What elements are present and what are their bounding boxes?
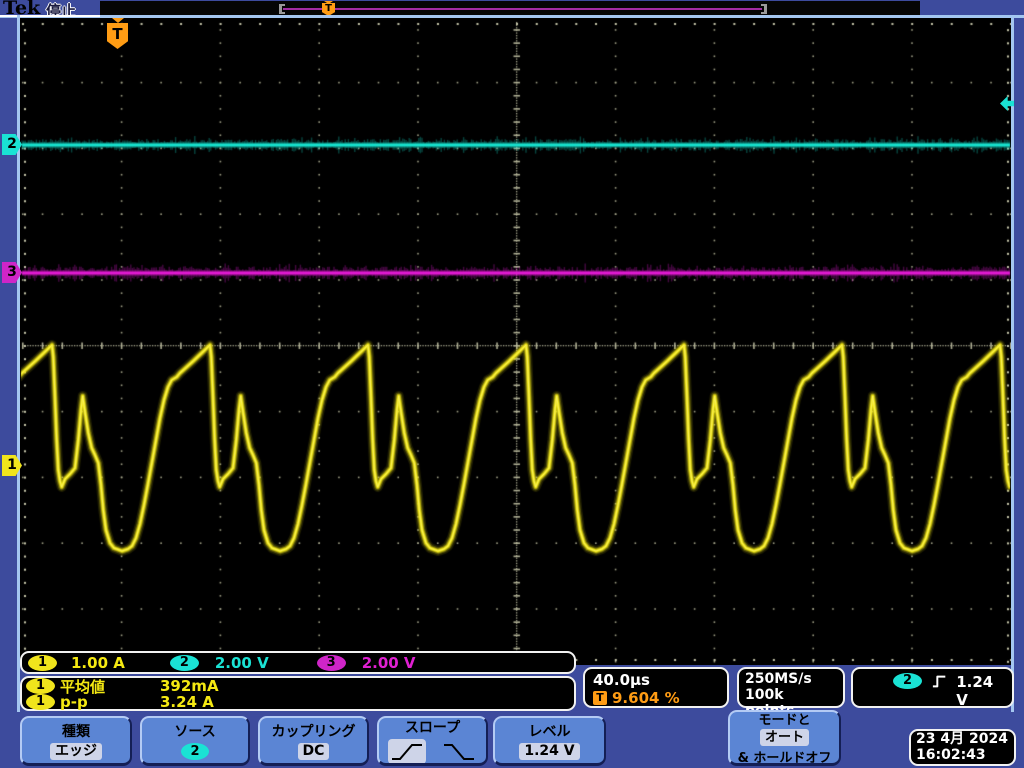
ch3-scale: 2.00 V <box>361 653 416 672</box>
trigger-source-value-badge: 2 <box>181 743 209 760</box>
record-window-line <box>283 8 762 10</box>
trigger-readout: 2 1.24 V <box>851 667 1014 709</box>
timebase-readout: 40.0µs T 9.604 % <box>583 667 729 708</box>
measurement-row: 1 平均値 392mA <box>26 677 570 696</box>
trigger-source-badge: 2 <box>893 673 922 689</box>
trigger-t-icon: T <box>593 691 607 705</box>
trigger-source-label: ソース <box>174 724 216 740</box>
rising-slope-icon <box>932 675 946 688</box>
date-value: 23 4月 2024 <box>916 731 1008 747</box>
waveform-canvas <box>20 18 1011 665</box>
waveform-display <box>20 18 1011 665</box>
trigger-type-label: 種類 <box>62 724 90 740</box>
ch1-scale: 1.00 A <box>71 653 125 672</box>
trigger-mode-button[interactable]: モードと オート & ホールドオフ <box>728 710 841 766</box>
ch2-scale: 2.00 V <box>214 653 269 672</box>
rising-slope-option[interactable] <box>387 739 426 763</box>
trigger-type-value: エッジ <box>50 743 102 760</box>
trigger-coupling-label: カップリング <box>271 724 356 740</box>
measurement-row: 1 p-p 3.24 A <box>26 693 570 711</box>
trigger-level-button[interactable]: レベル 1.24 V <box>493 716 606 766</box>
display-frame-underline <box>0 15 100 17</box>
timebase-scale: 40.0µs <box>593 671 650 689</box>
display-frame-right <box>1011 15 1014 712</box>
trigger-mode-value: オート <box>759 729 809 746</box>
falling-slope-option[interactable] <box>440 739 478 763</box>
trigger-level-label: レベル <box>528 724 571 740</box>
trigger-level-value: 1.24 V <box>519 743 580 760</box>
rising-slope-icon <box>391 743 422 760</box>
measurements-readout: 1 平均値 392mA 1 p-p 3.24 A <box>20 676 576 711</box>
trigger-coupling-button[interactable]: カップリング DC <box>258 716 369 766</box>
trigger-slope-button[interactable]: スロープ <box>377 716 488 766</box>
trigger-holdoff-label: & ホールドオフ <box>737 751 832 766</box>
ch1-badge: 1 <box>26 694 55 710</box>
record-right-bracket <box>761 4 767 14</box>
trigger-position-percent: 9.604 % <box>612 689 680 707</box>
channel-scales-readout: 1 1.00 A 2 2.00 V 3 2.00 V <box>20 651 576 674</box>
trigger-source-button[interactable]: ソース 2 <box>140 716 250 766</box>
trigger-level-value: 1.24 V <box>956 673 994 709</box>
ch1-badge: 1 <box>28 654 57 671</box>
oscilloscope-screen: Tek 停止 T 2 3 1 T 1 1.00 A 2 2.00 V 3 2.0… <box>0 0 1024 768</box>
trigger-slope-label: スロープ <box>404 720 461 736</box>
time-value: 16:02:43 <box>916 747 986 763</box>
sample-rate: 250MS/s <box>745 671 812 687</box>
ch3-badge: 3 <box>316 654 346 671</box>
record-left-bracket <box>279 4 285 14</box>
trigger-mode-label: モードと <box>758 713 811 728</box>
measurement-value: 3.24 A <box>160 693 214 711</box>
trigger-coupling-value: DC <box>297 743 330 760</box>
measurement-label: p-p <box>60 693 88 711</box>
trigger-type-button[interactable]: 種類 エッジ <box>20 716 132 766</box>
ch1-badge: 1 <box>26 678 55 694</box>
ch2-badge: 2 <box>169 654 199 671</box>
record-view-bar: T <box>100 1 920 16</box>
acquisition-readout: 250MS/s 100k points <box>737 667 845 719</box>
datetime-readout: 23 4月 2024 16:02:43 <box>909 729 1016 766</box>
falling-slope-icon <box>443 743 474 760</box>
